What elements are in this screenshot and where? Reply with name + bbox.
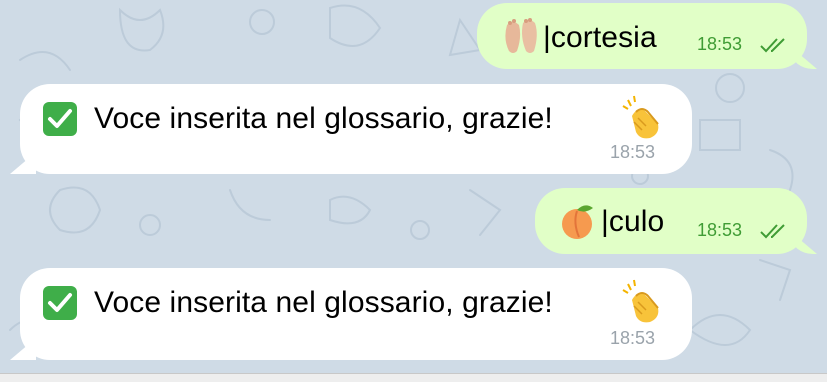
feet-emoji bbox=[501, 17, 541, 60]
incoming-message-bubble[interactable]: Voce inserita nel glossario, grazie! 18:… bbox=[20, 268, 692, 360]
message-text: Voce inserita nel glossario, grazie! bbox=[94, 286, 553, 319]
message-time: 18:53 bbox=[610, 328, 656, 348]
input-bar-edge bbox=[0, 373, 827, 382]
message-text: |culo bbox=[601, 205, 665, 238]
outgoing-message-bubble[interactable]: |culo 18:53 bbox=[535, 188, 807, 254]
message-time: 18:53 bbox=[610, 142, 656, 162]
clapping-hands-emoji bbox=[620, 94, 664, 145]
clapping-hands-emoji bbox=[620, 278, 664, 329]
double-check-icon bbox=[759, 223, 789, 244]
message-text: Voce inserita nel glossario, grazie! bbox=[94, 102, 553, 135]
check-mark-button-emoji bbox=[42, 101, 78, 142]
incoming-message-bubble[interactable]: Voce inserita nel glossario, grazie! 18:… bbox=[20, 84, 692, 174]
outgoing-message-bubble[interactable]: |cortesia 18:53 bbox=[477, 3, 807, 69]
message-time: 18:53 bbox=[697, 220, 743, 240]
double-check-icon bbox=[759, 37, 789, 58]
message-text: |cortesia bbox=[543, 21, 657, 54]
peach-emoji bbox=[557, 201, 597, 246]
check-mark-button-emoji bbox=[42, 285, 78, 326]
message-time: 18:53 bbox=[697, 34, 743, 54]
